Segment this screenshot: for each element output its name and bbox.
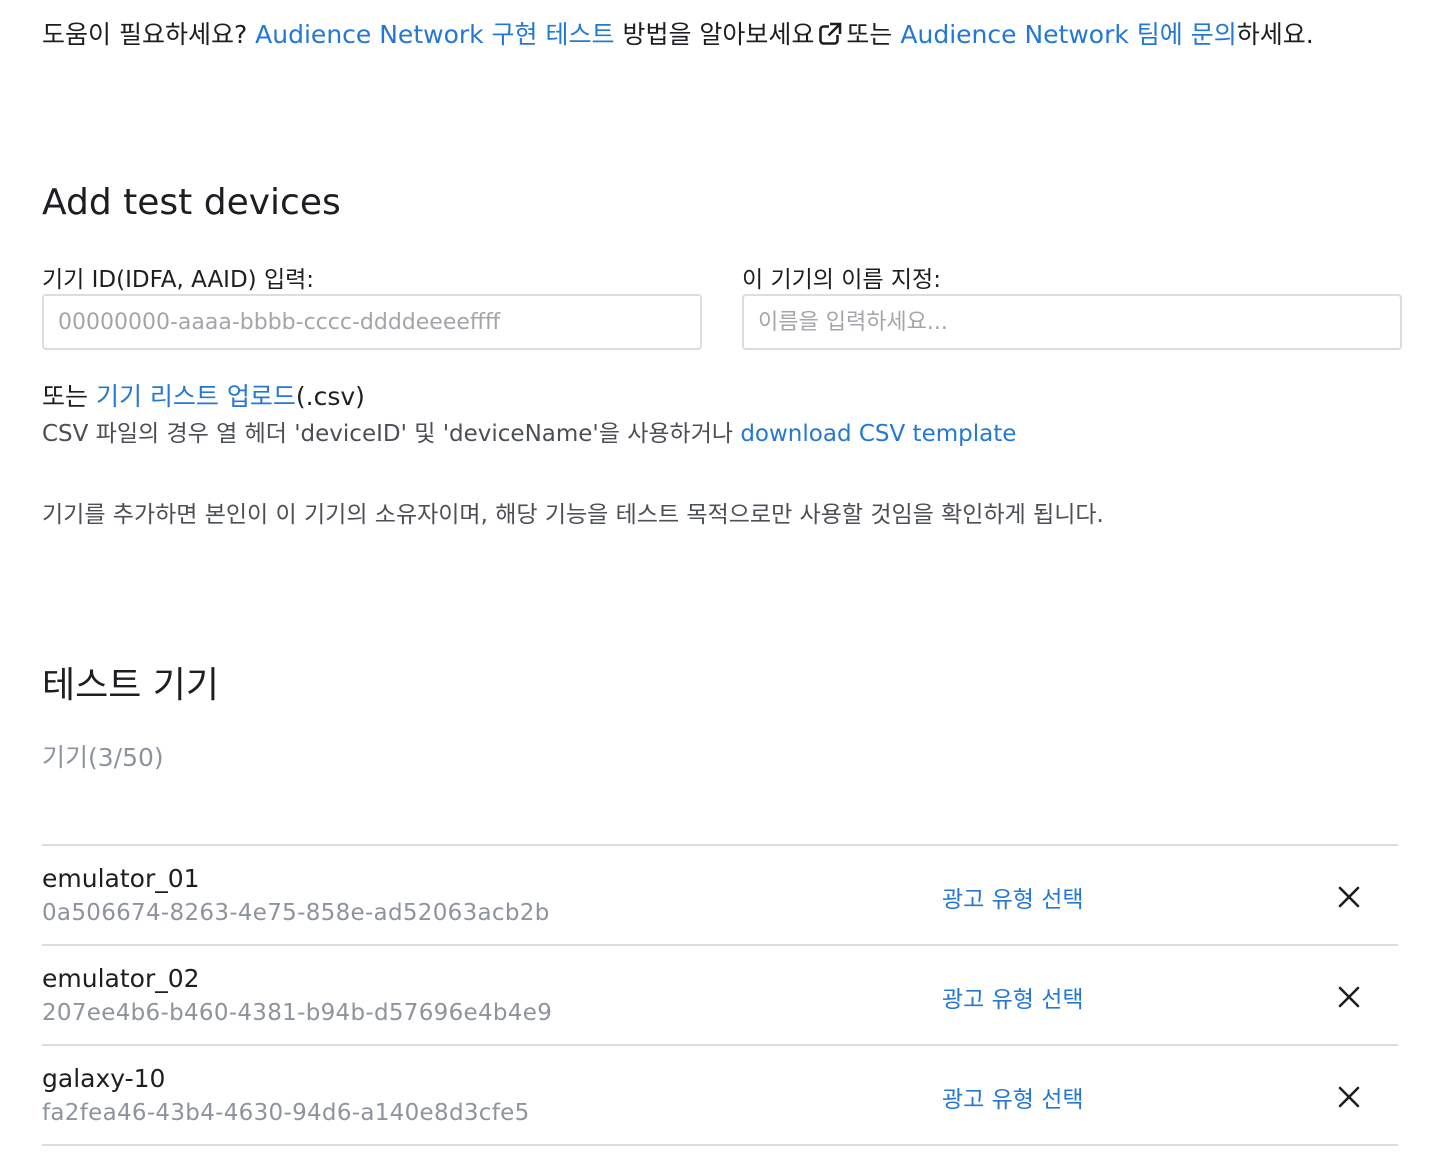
upload-suffix: (.csv) bbox=[295, 382, 365, 411]
device-name-input[interactable] bbox=[742, 294, 1402, 350]
device-name: emulator_02 bbox=[42, 964, 200, 993]
device-name-label: 이 기기의 이름 지정: bbox=[742, 267, 941, 293]
device-count: 기기(3/50) bbox=[42, 743, 164, 772]
device-name: galaxy-10 bbox=[42, 1064, 166, 1093]
consent-notice: 기기를 추가하면 본인이 이 기기의 소유자이며, 해당 기능을 테스트 목적으… bbox=[42, 502, 1104, 528]
device-id: fa2fea46-43b4-4630-94d6-a140e8d3cfe5 bbox=[42, 1100, 530, 1126]
help-conj: 또는 bbox=[846, 20, 893, 49]
upload-device-list-link[interactable]: 기기 리스트 업로드 bbox=[96, 382, 296, 411]
device-row: emulator_01 0a506674-8263-4e75-858e-ad52… bbox=[42, 846, 1398, 946]
csv-note: CSV 파일의 경우 열 헤더 'deviceID' 및 'deviceName… bbox=[42, 414, 1016, 448]
upload-prefix: 또는 bbox=[42, 382, 89, 411]
select-ad-type-link[interactable]: 광고 유형 선택 bbox=[942, 1080, 1084, 1114]
help-message: 도움이 필요하세요? Audience Network 구현 테스트 방법을 알… bbox=[42, 18, 1314, 52]
csv-note-text: CSV 파일의 경우 열 헤더 'deviceID' 및 'deviceName… bbox=[42, 421, 734, 447]
device-id-label: 기기 ID(IDFA, AAID) 입력: bbox=[42, 267, 315, 293]
contact-team-link[interactable]: Audience Network 팀에 문의 bbox=[900, 20, 1236, 49]
select-ad-type-link[interactable]: 광고 유형 선택 bbox=[942, 880, 1084, 914]
device-id: 207ee4b6-b460-4381-b94b-d57696e4b4e9 bbox=[42, 1000, 553, 1026]
close-icon[interactable] bbox=[1338, 886, 1360, 908]
device-row: galaxy-10 fa2fea46-43b4-4630-94d6-a140e8… bbox=[42, 1046, 1398, 1146]
device-row: emulator_02 207ee4b6-b460-4381-b94b-d576… bbox=[42, 946, 1398, 1046]
external-link-icon[interactable] bbox=[818, 22, 842, 46]
device-id: 0a506674-8263-4e75-858e-ad52063acb2b bbox=[42, 900, 550, 926]
upload-line: 또는 기기 리스트 업로드(.csv) bbox=[42, 377, 365, 413]
device-list: emulator_01 0a506674-8263-4e75-858e-ad52… bbox=[42, 844, 1398, 1146]
device-name: emulator_01 bbox=[42, 864, 200, 893]
device-id-input[interactable] bbox=[42, 294, 702, 350]
implementation-test-link[interactable]: Audience Network 구현 테스트 bbox=[255, 20, 614, 49]
help-prefix: 도움이 필요하세요? bbox=[42, 20, 248, 49]
select-ad-type-link[interactable]: 광고 유형 선택 bbox=[942, 980, 1084, 1014]
help-middle: 방법을 알아보세요 bbox=[622, 20, 815, 49]
test-devices-title: 테스트 기기 bbox=[42, 665, 220, 706]
add-test-devices-title: Add test devices bbox=[42, 182, 341, 223]
download-csv-template-link[interactable]: download CSV template bbox=[740, 421, 1016, 447]
help-suffix: 하세요. bbox=[1236, 20, 1314, 49]
close-icon[interactable] bbox=[1338, 986, 1360, 1008]
close-icon[interactable] bbox=[1338, 1086, 1360, 1108]
